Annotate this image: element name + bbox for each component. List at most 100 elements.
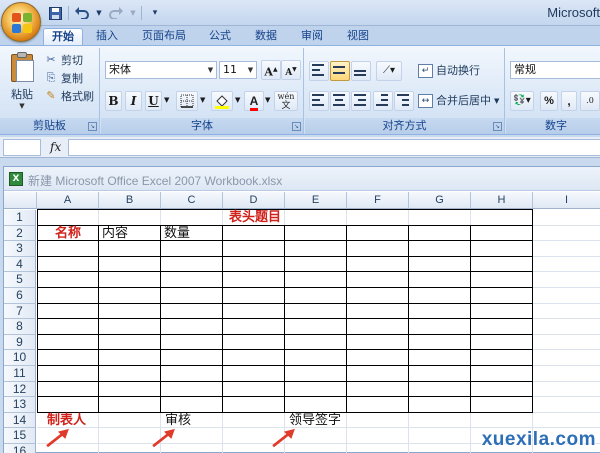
row-header-3[interactable]: 3	[4, 241, 36, 257]
increase-indent-button[interactable]	[394, 91, 414, 111]
borders-dropdown-icon[interactable]: ▼	[200, 96, 205, 104]
table-border	[284, 224, 285, 413]
increase-decimal-button[interactable]: .0	[580, 91, 600, 111]
redo-dropdown-icon[interactable]: ▼	[129, 5, 137, 21]
column-header-h[interactable]: H	[471, 192, 533, 209]
clipboard-group: 粘贴 ▼ ✂ 剪切 ⎘ 复制 ✎ 格式刷 剪贴板 ↘	[0, 48, 100, 134]
table-border	[222, 224, 223, 413]
font-color-dropdown-icon[interactable]: ▼	[265, 96, 270, 104]
row-header-1[interactable]: 1	[4, 210, 36, 226]
row-header-13[interactable]: 13	[4, 397, 36, 413]
fill-color-button[interactable]	[211, 91, 233, 111]
font-name-combo[interactable]: 宋体 ▼	[105, 61, 217, 79]
undo-dropdown-icon[interactable]: ▼	[95, 5, 103, 21]
tab-page-layout[interactable]: 页面布局	[136, 28, 192, 45]
number-format-combo[interactable]: 常规	[510, 61, 600, 79]
shrink-font-button[interactable]: A▼	[281, 60, 301, 80]
font-launcher-icon[interactable]: ↘	[292, 122, 301, 131]
fill-color-dropdown-icon[interactable]: ▼	[235, 96, 240, 104]
row-header-14[interactable]: 14	[4, 412, 36, 429]
tab-review[interactable]: 审阅	[292, 28, 332, 45]
currency-button[interactable]: 💱▾	[510, 91, 534, 111]
borders-button[interactable]	[176, 91, 198, 111]
number-group-label: 数字	[506, 118, 600, 134]
align-left-button[interactable]	[309, 91, 329, 111]
undo-icon[interactable]	[73, 5, 91, 21]
alignment-launcher-icon[interactable]: ↘	[493, 122, 502, 131]
copy-button[interactable]: ⎘ 复制	[44, 70, 83, 86]
underline-dropdown-icon[interactable]: ▼	[164, 96, 169, 104]
tab-insert[interactable]: 插入	[88, 28, 126, 45]
table-border	[98, 224, 99, 413]
window-title: Microsoft	[547, 5, 600, 20]
row-header-8[interactable]: 8	[4, 319, 36, 335]
row-header-5[interactable]: 5	[4, 272, 36, 288]
watermark: xuexila.com	[481, 429, 596, 450]
row-header-6[interactable]: 6	[4, 288, 36, 304]
cut-button[interactable]: ✂ 剪切	[44, 52, 83, 68]
paste-label: 粘贴	[11, 88, 33, 101]
italic-button[interactable]: I	[125, 91, 142, 111]
column-header-b[interactable]: B	[99, 192, 161, 209]
underline-button[interactable]: U	[145, 91, 162, 111]
paste-dropdown-icon[interactable]: ▼	[4, 102, 40, 110]
format-painter-button[interactable]: ✎ 格式刷	[44, 88, 94, 104]
row-header-10[interactable]: 10	[4, 350, 36, 366]
tab-formulas[interactable]: 公式	[200, 28, 240, 45]
column-header-d[interactable]: D	[223, 192, 285, 209]
row-header-9[interactable]: 9	[4, 334, 36, 351]
font-color-button[interactable]: A	[244, 91, 264, 111]
insert-function-button[interactable]: fx	[50, 140, 61, 154]
align-right-button[interactable]	[351, 91, 371, 111]
row-header-15[interactable]: 15	[4, 428, 36, 444]
row-header-16[interactable]: 16	[4, 444, 36, 453]
align-top-button[interactable]	[309, 61, 329, 81]
column-header-f[interactable]: F	[347, 192, 409, 209]
align-bottom-button[interactable]	[351, 61, 371, 81]
row-header-7[interactable]: 7	[4, 303, 36, 320]
bold-button[interactable]: B	[105, 91, 122, 111]
font-size-combo[interactable]: 11 ▼	[219, 61, 257, 79]
align-center-button[interactable]	[330, 91, 350, 111]
ribbon-tabs: 开始 插入 页面布局 公式 数据 审阅 视图	[0, 26, 600, 45]
paste-button[interactable]: 粘贴 ▼	[4, 52, 40, 114]
save-icon[interactable]	[46, 5, 64, 21]
table-border	[470, 224, 471, 413]
tab-data[interactable]: 数据	[246, 28, 286, 45]
redo-icon[interactable]	[107, 5, 125, 21]
column-header-e[interactable]: E	[285, 192, 347, 209]
cell-b2: 内容	[102, 224, 129, 240]
orientation-button[interactable]: ⟋▾	[376, 61, 402, 81]
tab-home[interactable]: 开始	[43, 28, 83, 45]
row-header-11[interactable]: 11	[4, 366, 36, 382]
align-middle-button[interactable]	[330, 61, 350, 81]
table-border	[37, 255, 533, 257]
phonetic-button[interactable]: wén 文	[274, 91, 298, 111]
row-header-12[interactable]: 12	[4, 381, 36, 398]
select-all-corner[interactable]	[4, 192, 37, 209]
comma-button[interactable]: ,	[561, 91, 577, 111]
percent-button[interactable]: %	[540, 91, 558, 111]
formula-input[interactable]	[68, 139, 600, 156]
clipboard-launcher-icon[interactable]: ↘	[88, 122, 97, 131]
customize-icon[interactable]: ▾	[146, 5, 164, 21]
row-header-2[interactable]: 2	[4, 225, 36, 242]
grow-font-button[interactable]: A▲	[261, 60, 281, 80]
column-header-i[interactable]: I	[533, 192, 600, 209]
wrap-text-button[interactable]: ↵ 自动换行	[418, 62, 480, 80]
decrease-indent-button[interactable]	[373, 91, 393, 111]
tab-view[interactable]: 视图	[338, 28, 378, 45]
merge-center-button[interactable]: ↔ 合并后居中 ▼	[418, 92, 499, 110]
cell-a14: 制表人	[47, 411, 87, 427]
red-arrow-icon	[152, 429, 175, 448]
cut-label: 剪切	[61, 54, 83, 67]
column-header-g[interactable]: G	[409, 192, 471, 209]
column-header-a[interactable]: A	[37, 192, 99, 209]
row-header-4[interactable]: 4	[4, 256, 36, 273]
name-box[interactable]	[3, 139, 41, 156]
worksheet-grid[interactable]: A B C D E F G H I 1 2 3 4 5 6 7 8 9 10 11 12 13 14 15 16 表头题目 名称 内容…	[4, 192, 600, 453]
font-group: 宋体 ▼ 11 ▼ A▲ A▼ B I U ▼ ▼ ▼ A ▼ wén 文 字体 …	[101, 48, 304, 134]
column-header-c[interactable]: C	[161, 192, 223, 209]
office-button[interactable]	[1, 2, 41, 42]
number-format-value: 常规	[514, 63, 536, 76]
